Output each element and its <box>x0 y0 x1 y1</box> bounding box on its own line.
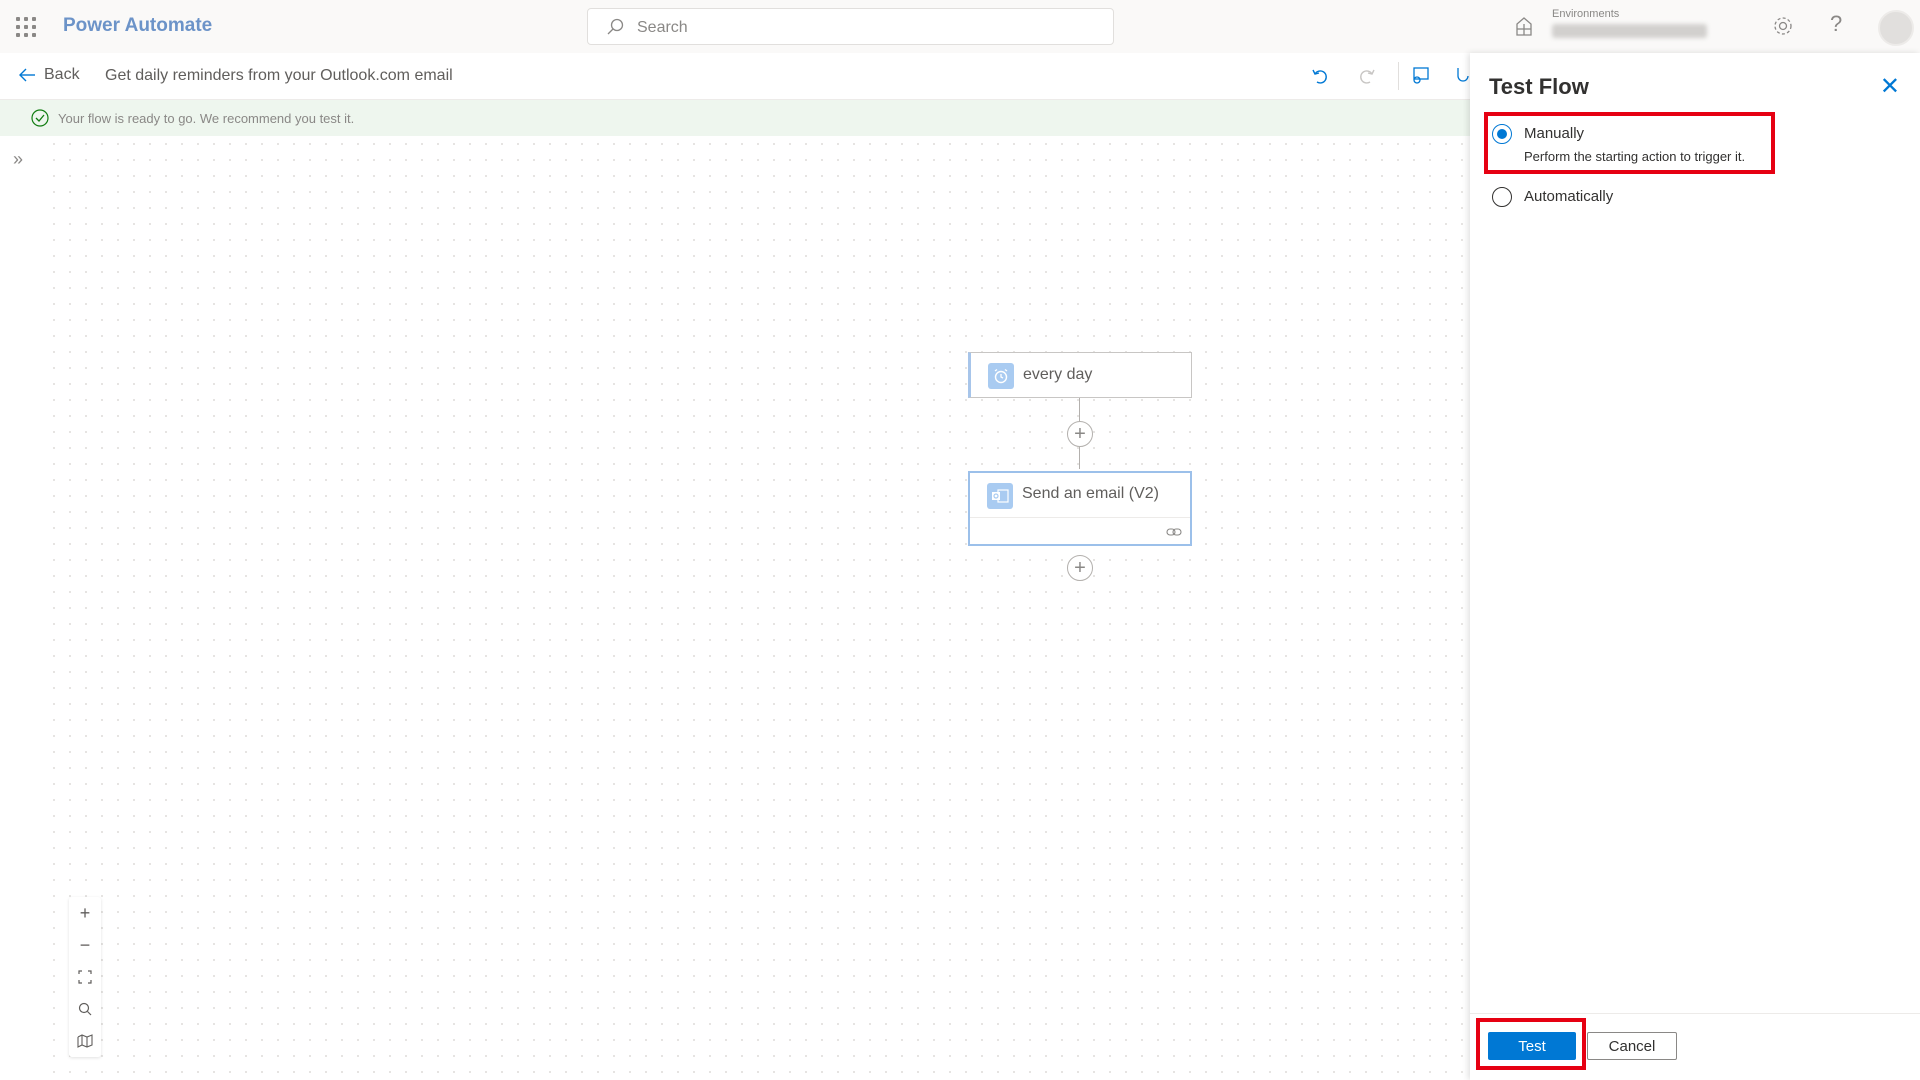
link-icon[interactable] <box>1166 527 1182 537</box>
option-automatically-label: Automatically <box>1524 188 1614 205</box>
app-title[interactable]: Power Automate <box>63 15 212 37</box>
gear-icon[interactable] <box>1772 15 1794 37</box>
search-placeholder: Search <box>637 19 688 36</box>
minimap-icon[interactable] <box>69 1025 101 1057</box>
back-label: Back <box>44 66 80 83</box>
flow-title: Get daily reminders from your Outlook.co… <box>105 67 453 84</box>
flow-checker-icon[interactable] <box>1454 66 1470 86</box>
environment-name-redacted[interactable] <box>1552 24 1707 38</box>
separator <box>1398 62 1399 90</box>
close-icon[interactable]: ✕ <box>1880 75 1900 99</box>
card-divider <box>970 517 1190 518</box>
test-flow-panel: Test Flow ✕ Manually Perform the startin… <box>1470 53 1920 1080</box>
trigger-label: every day <box>1023 366 1093 383</box>
undo-icon[interactable] <box>1310 66 1330 86</box>
option-automatically[interactable]: Automatically <box>1492 187 1692 209</box>
arrow-left-icon <box>19 68 35 82</box>
search-icon <box>607 18 624 35</box>
outlook-icon <box>987 483 1013 509</box>
back-button[interactable]: Back <box>18 66 80 84</box>
trigger-card-every-day[interactable]: every day <box>968 352 1192 398</box>
app-launcher-icon[interactable] <box>14 15 38 39</box>
action-label: Send an email (V2) <box>1022 485 1159 502</box>
zoom-out-icon[interactable]: − <box>69 929 101 961</box>
zoom-controls: + − <box>69 897 101 1057</box>
expand-chevron-icon[interactable]: » <box>13 149 23 170</box>
test-button[interactable]: Test <box>1488 1032 1576 1060</box>
banner-message: Your flow is ready to go. We recommend y… <box>58 111 355 126</box>
redo-icon[interactable] <box>1357 66 1377 86</box>
environment-icon[interactable] <box>1513 16 1535 38</box>
radio-manually[interactable] <box>1492 124 1512 144</box>
zoom-search-icon[interactable] <box>69 993 101 1025</box>
top-header: Power Automate Search Environments ? <box>0 0 1920 53</box>
fit-view-icon[interactable] <box>69 961 101 993</box>
avatar[interactable] <box>1878 10 1914 46</box>
flow-canvas[interactable] <box>46 136 1470 1080</box>
panel-title: Test Flow <box>1489 74 1589 99</box>
help-icon[interactable]: ? <box>1830 11 1842 37</box>
add-step-plus-icon[interactable]: + <box>1067 555 1093 581</box>
command-bar: Back Get daily reminders from your Outlo… <box>0 53 1470 100</box>
environments-label: Environments <box>1552 8 1620 20</box>
search-box[interactable]: Search <box>587 8 1114 45</box>
add-step-plus-icon[interactable]: + <box>1067 421 1093 447</box>
alarm-clock-icon <box>988 363 1014 389</box>
option-manually-description: Perform the starting action to trigger i… <box>1524 149 1746 164</box>
panel-footer-divider <box>1470 1013 1920 1014</box>
action-card-send-email[interactable]: Send an email (V2) <box>968 471 1192 546</box>
option-manually[interactable]: Manually Perform the starting action to … <box>1492 124 1782 164</box>
cancel-button[interactable]: Cancel <box>1587 1032 1677 1060</box>
option-manually-label: Manually <box>1524 125 1585 142</box>
ready-banner: Your flow is ready to go. We recommend y… <box>0 100 1470 136</box>
radio-automatically[interactable] <box>1492 187 1512 207</box>
zoom-in-icon[interactable]: + <box>69 897 101 929</box>
check-circle-icon <box>31 109 49 127</box>
comments-icon[interactable] <box>1410 66 1430 86</box>
connector-line <box>1079 447 1080 469</box>
left-rail: » <box>0 136 46 1080</box>
